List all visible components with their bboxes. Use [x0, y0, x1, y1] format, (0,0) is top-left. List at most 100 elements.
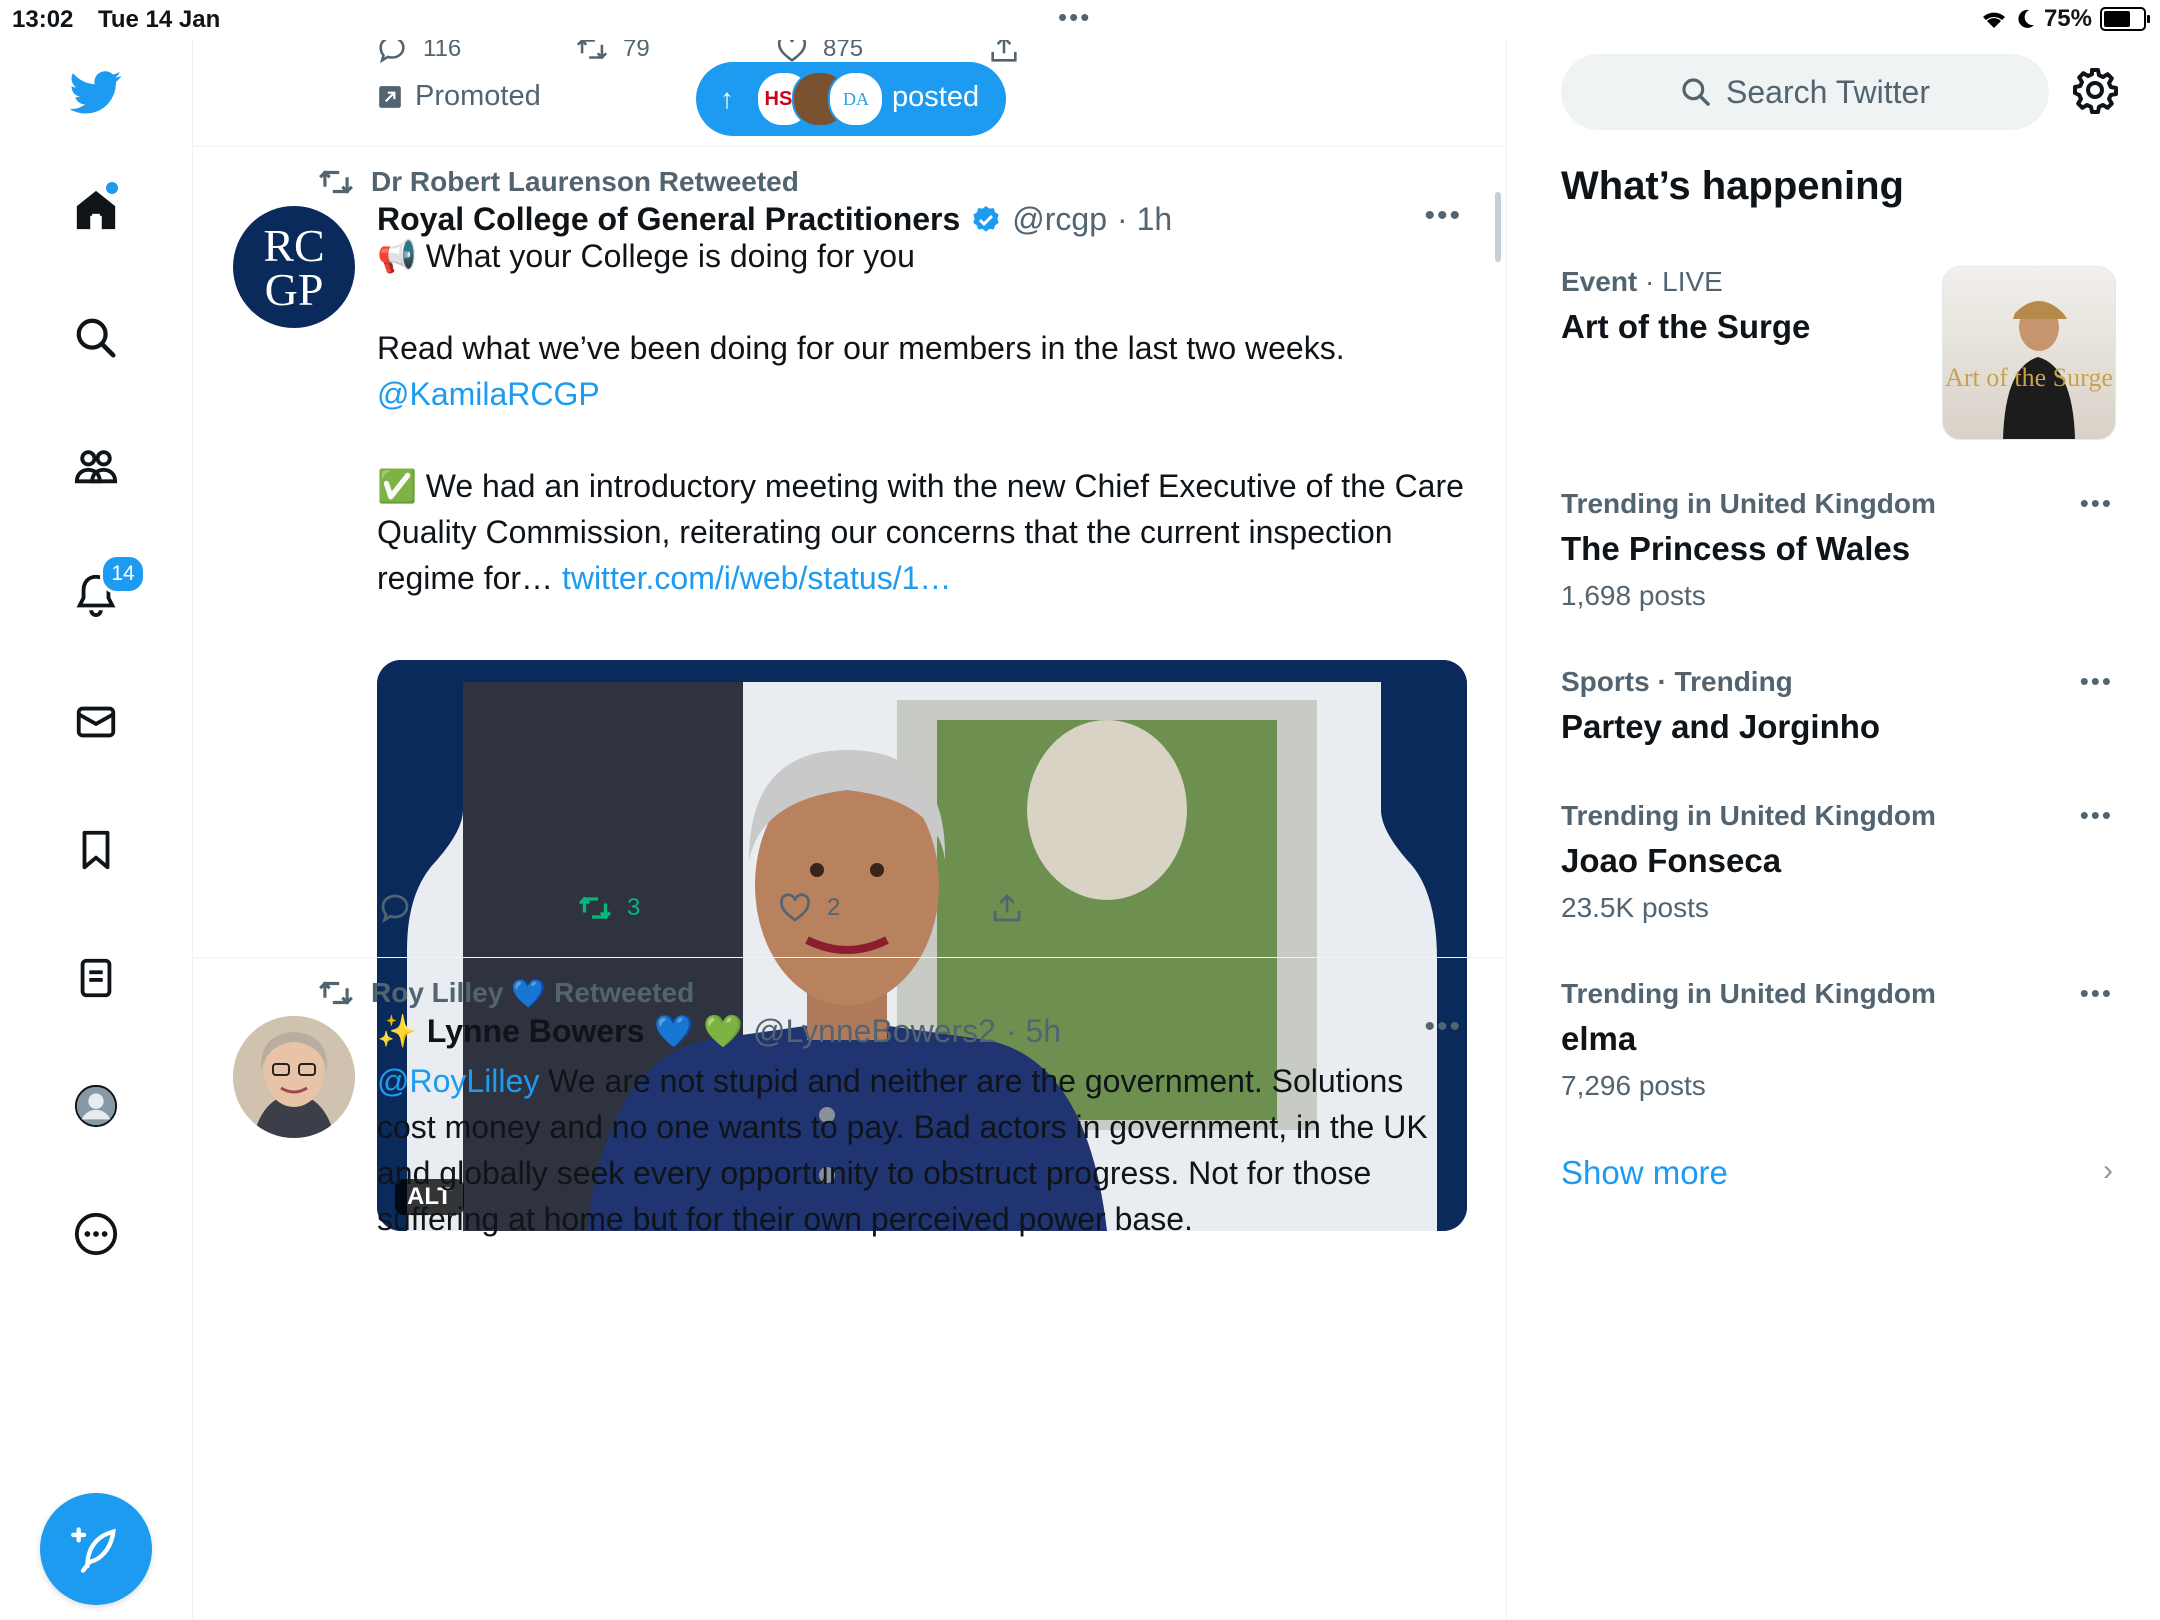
status-link[interactable]: twitter.com/i/web/status/1… — [562, 560, 951, 596]
tweet-body: 📢 What your College is doing for you Rea… — [377, 233, 1467, 601]
prev-share-action[interactable] — [987, 40, 1021, 66]
prev-retweet-action[interactable]: 79 — [575, 40, 650, 66]
notifications-badge: 14 — [100, 554, 146, 594]
prev-retweet-count: 79 — [623, 40, 650, 62]
heart-emojis: 💙 💚 — [654, 1013, 743, 1049]
sparkle-emoji: ✨ — [377, 1013, 417, 1049]
event-category: Event — [1561, 266, 1638, 297]
settings-gear-icon[interactable] — [2071, 66, 2119, 119]
tweet-more-icon[interactable]: ••• — [1424, 1010, 1462, 1044]
event-thumbnail-illustration — [1943, 267, 2115, 439]
messages-icon[interactable] — [68, 694, 124, 750]
like-button[interactable]: 2 — [777, 890, 840, 926]
new-posts-label: posted — [892, 81, 980, 113]
moon-icon — [2018, 9, 2034, 28]
reply-button[interactable] — [377, 890, 413, 926]
retweet-icon — [576, 40, 608, 60]
mention-link[interactable]: @RoyLilley — [377, 1063, 539, 1099]
right-sidebar: Search Twitter What’s happening Event · … — [1507, 40, 2160, 1620]
rcgp-avatar[interactable]: RC GP — [233, 206, 355, 328]
prev-reply-action[interactable]: 116 — [375, 40, 461, 66]
trend-meta: Sports · Trending — [1561, 666, 1793, 697]
trend-count: 7,296 posts — [1561, 1070, 1706, 1101]
tweet-rcgp[interactable]: Dr Robert Laurenson Retweeted RC GP Roya… — [193, 147, 1506, 1231]
retweeted-suffix: Retweeted — [554, 977, 695, 1008]
tweet-body: @RoyLilley We are not stupid and neither… — [377, 1058, 1467, 1242]
trend-topic: The Princess of Wales — [1561, 530, 1911, 567]
trend-more-icon[interactable]: ••• — [2080, 800, 2113, 831]
twitter-logo-icon[interactable] — [68, 64, 124, 120]
timeline-feed[interactable]: 116 79 875 Promoted ↑ HSJ DA posted Dr R… — [193, 40, 1507, 1620]
trend-meta: Trending in United Kingdom — [1561, 800, 1936, 831]
trend-meta: Trending in United Kingdom — [1561, 978, 1936, 1009]
trend-item[interactable]: Sports · Trending Partey and Jorginho ••… — [1561, 666, 2121, 746]
tweet-line-2: Read what we’ve been doing for our membe… — [377, 330, 1345, 366]
retweet-active-icon — [578, 896, 612, 920]
battery-icon — [2100, 7, 2150, 31]
trend-item[interactable]: Trending in United Kingdom The Princess … — [1561, 488, 2121, 612]
event-thumbnail-title: Art of the Surge — [1945, 363, 2113, 392]
retweet-context: Roy Lilley 💙 Retweeted — [317, 974, 694, 1012]
compose-tweet-button[interactable] — [40, 1493, 152, 1605]
tweet-more-icon[interactable]: ••• — [1424, 199, 1462, 233]
tweet-line-3: ✅ We had an introductory meeting with th… — [377, 463, 1467, 601]
reply-icon — [381, 894, 409, 923]
bookmarks-icon[interactable] — [68, 822, 124, 878]
retweet-icon — [319, 981, 353, 1005]
author-name[interactable]: Lynne Bowers — [427, 1013, 645, 1050]
share-icon — [993, 894, 1021, 922]
trend-topic: elma — [1561, 1020, 1637, 1057]
like-count: 2 — [827, 894, 841, 921]
trend-more-icon[interactable]: ••• — [2080, 978, 2113, 1009]
profile-avatar-icon[interactable] — [68, 1078, 124, 1134]
promoted-label: Promoted — [377, 80, 541, 113]
home-icon[interactable] — [68, 182, 124, 238]
trend-count: 1,698 posts — [1561, 580, 1706, 611]
retweet-icon — [319, 170, 353, 194]
blue-heart-emoji: 💙 — [511, 977, 547, 1009]
tweet-header: ✨ Lynne Bowers 💙 💚 @LynneBowers2 · 5h — [377, 1012, 1061, 1050]
sidebar-nav: 14 — [0, 40, 193, 1620]
trend-item[interactable]: Trending in United Kingdom Joao Fonseca … — [1561, 800, 2121, 924]
trend-item[interactable]: Trending in United Kingdom elma 7,296 po… — [1561, 978, 2121, 1102]
multitasking-dots-icon[interactable]: ••• — [1058, 2, 1091, 33]
whats-happening-heading: What’s happening — [1561, 164, 1904, 208]
author-handle[interactable]: @LynneBowers2 — [753, 1013, 996, 1050]
show-more-link[interactable]: Show more — [1561, 1154, 1728, 1192]
share-icon — [991, 40, 1017, 62]
rcgp-avatar-text-bottom: GP — [264, 264, 324, 315]
prev-like-count: 875 — [823, 40, 864, 62]
feed-scrollbar[interactable] — [1495, 192, 1501, 262]
trend-topic: Partey and Jorginho — [1561, 708, 1881, 745]
home-unread-dot — [106, 182, 118, 194]
prev-reply-count: 116 — [423, 40, 462, 62]
arrow-up-icon: ↑ — [720, 83, 734, 114]
new-posts-pill[interactable]: ↑ HSJ DA posted — [696, 62, 1006, 136]
new-post-avatar-da: DA — [828, 71, 884, 127]
lists-icon[interactable] — [68, 950, 124, 1006]
search-icon[interactable] — [68, 310, 124, 366]
promoted-icon — [379, 85, 401, 108]
lynne-bowers-avatar[interactable] — [233, 1016, 355, 1138]
retweet-context: Dr Robert Laurenson Retweeted — [317, 163, 799, 201]
event-thumbnail[interactable]: Art of the Surge — [1942, 266, 2116, 440]
retweeted-by-name: Roy Lilley — [371, 977, 504, 1008]
retweet-button[interactable]: 3 — [577, 890, 640, 926]
retweeted-by-label: Dr Robert Laurenson Retweeted — [371, 166, 799, 197]
search-input[interactable]: Search Twitter — [1561, 54, 2049, 130]
communities-icon[interactable] — [68, 438, 124, 494]
battery-percent: 75% — [2043, 5, 2092, 32]
mention-link[interactable]: @KamilaRCGP — [377, 371, 1467, 417]
profile-photo-illustration — [233, 1016, 355, 1138]
tweet-line-1: 📢 What your College is doing for you — [377, 238, 915, 274]
event-status: · LIVE — [1645, 266, 1723, 297]
status-date: Tue 14 Jan — [98, 6, 221, 33]
trend-more-icon[interactable]: ••• — [2080, 488, 2113, 519]
tweet-lynne-bowers[interactable]: Roy Lilley 💙 Retweeted ✨ Lynne Bowers 💙 … — [193, 958, 1506, 1620]
tweet-time[interactable]: · 5h — [1006, 1013, 1061, 1050]
share-button[interactable] — [989, 890, 1025, 926]
trend-more-icon[interactable]: ••• — [2080, 666, 2113, 697]
promoted-text: Promoted — [415, 80, 541, 112]
more-options-icon[interactable] — [68, 1206, 124, 1262]
trend-meta: Trending in United Kingdom — [1561, 488, 1936, 519]
